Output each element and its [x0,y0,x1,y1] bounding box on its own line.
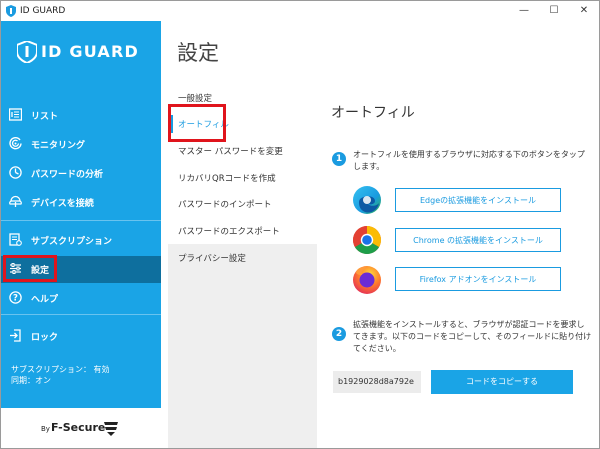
subnav-item-privacy[interactable]: プライバシー設定 [168,245,317,271]
fsecure-brand-text: F-Secure [51,421,106,434]
sidebar: ID GUARD リスト モニタリング パスワードの分析 デバイスを接続 サブス… [1,21,161,448]
sync-status-text: 同期：オン [11,376,51,385]
step-2-line-2: てきます。以下のコードをコピーして、そのフィールドに貼り付け [353,332,592,341]
verification-code-field[interactable]: b1929028d8a792e [333,371,421,393]
subnav-item-label: 一般設定 [178,94,213,104]
monitoring-icon [9,137,22,150]
sidebar-item-list[interactable]: リスト [1,102,161,128]
svg-text:?: ? [13,294,18,304]
subnav-item-label: リカバリQRコードを作成 [178,174,276,184]
sidebar-divider [1,314,161,315]
chrome-browser-icon [353,226,381,254]
id-guard-app-icon [6,5,16,17]
step-2-line-3: てください。 [353,344,401,353]
subnav-item-label: パスワードのインポート [178,200,272,210]
sidebar-divider [1,220,161,221]
sidebar-item-label: リスト [31,112,59,122]
copy-code-button[interactable]: コードをコピーする [431,370,573,394]
connect-device-icon [9,195,22,207]
highlight-settings-nav [3,255,57,282]
sidebar-item-help[interactable]: ? ヘルプ [1,285,161,311]
fsecure-branding: By F-Secure [1,408,161,448]
logo-text: ID GUARD [41,42,140,61]
subscription-status-text: サブスクリプション： 有効 [11,365,110,374]
firefox-browser-icon [353,266,381,294]
sidebar-item-connect-device[interactable]: デバイスを接続 [1,189,161,215]
shield-logo-icon [17,41,37,63]
step-2-badge: 2 [332,327,346,341]
step-1-badge: 1 [332,152,346,166]
sidebar-item-lock[interactable]: ロック [1,323,161,349]
step-1-line-1: オートフィルを使用するブラウザに対応する下のボタンをタップ [353,150,585,159]
sidebar-item-label: ヘルプ [31,295,59,305]
install-edge-extension-button[interactable]: Edgeの拡張機能をインストール [395,188,561,212]
install-chrome-extension-button[interactable]: Chrome の拡張機能をインストール [395,228,561,252]
step-2-text: 拡張機能をインストールすると、ブラウザが認証コードを要求し てきます。以下のコー… [353,319,591,355]
edge-browser-icon [353,186,381,214]
subscription-status: サブスクリプション： 有効 同期：オン [11,364,110,386]
subnav-item-import-passwords[interactable]: パスワードのインポート [168,191,317,217]
sidebar-item-label: ロック [31,333,59,343]
sidebar-item-password-analysis[interactable]: パスワードの分析 [1,160,161,186]
step-2-line-1: 拡張機能をインストールすると、ブラウザが認証コードを要求し [353,320,585,329]
subnav-item-label: マスター パスワードを変更 [178,147,283,157]
step-1-line-2: します。 [353,162,385,171]
lock-icon [10,329,21,342]
list-icon [9,108,22,121]
sidebar-item-monitoring[interactable]: モニタリング [1,131,161,157]
id-guard-logo: ID GUARD [17,39,157,63]
subnav-item-recovery-qr[interactable]: リカバリQRコードを作成 [168,165,317,191]
window-title: ID GUARD [20,6,66,16]
sidebar-item-label: パスワードの分析 [31,170,104,180]
sidebar-item-label: モニタリング [31,141,86,151]
by-text: By [41,425,50,433]
maximize-button[interactable]: ☐ [539,1,569,21]
fsecure-logo-icon [104,422,118,436]
autofill-title: オートフィル [331,105,415,121]
install-firefox-addon-button[interactable]: Firefox アドオンをインストール [395,267,561,291]
minimize-button[interactable]: — [509,1,539,21]
close-button[interactable]: ✕ [569,1,599,21]
sidebar-item-subscription[interactable]: サブスクリプション [1,227,161,253]
step-1-text: オートフィルを使用するブラウザに対応する下のボタンをタップ します。 [353,149,585,173]
subnav-item-label: プライバシー設定 [178,254,246,264]
subnav-background-lower [168,244,317,448]
sidebar-item-label: デバイスを接続 [31,199,94,209]
sidebar-item-label: サブスクリプション [31,237,113,247]
help-icon: ? [9,291,22,304]
title-bar: ID GUARD — ☐ ✕ [1,1,599,21]
password-analysis-icon [9,166,22,179]
subnav-item-label: パスワードのエクスポート [178,227,280,237]
highlight-autofill-subnav [168,104,226,142]
app-window: ID GUARD — ☐ ✕ ID GUARD リスト モニタリング パスワード… [0,0,600,449]
page-title: 設定 [177,41,219,65]
subnav-item-export-passwords[interactable]: パスワードのエクスポート [168,218,317,244]
subscription-icon [9,233,22,246]
